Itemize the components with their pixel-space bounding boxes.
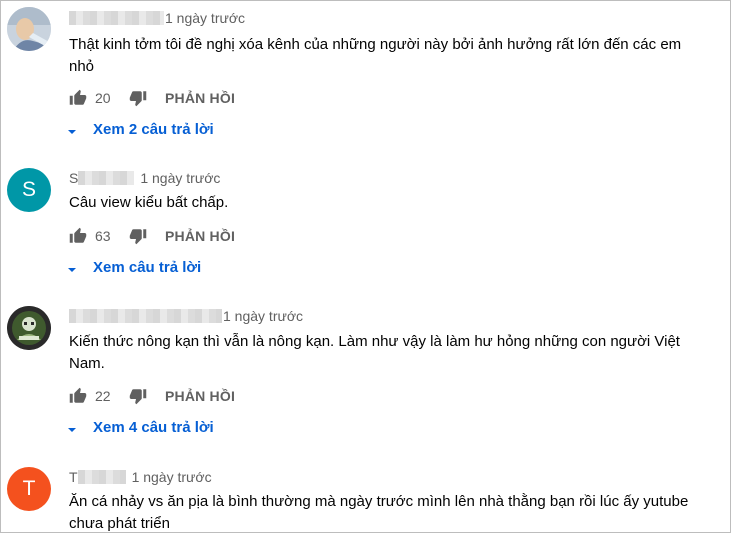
avatar[interactable]: T xyxy=(7,467,51,511)
comment-time[interactable]: 1 ngày trước xyxy=(223,308,303,324)
caret-down-icon xyxy=(67,262,77,272)
caret-down-icon xyxy=(67,422,77,432)
view-replies-label: Xem câu trả lời xyxy=(93,258,202,276)
comment-time[interactable]: 1 ngày trước xyxy=(165,10,245,26)
comment-text: Câu view kiểu bất chấp. xyxy=(69,194,229,211)
redacted-author-name[interactable] xyxy=(77,470,126,484)
thumb-down-icon[interactable] xyxy=(129,89,147,107)
avatar-letter: S xyxy=(21,178,36,201)
comment-text: Thật kinh tởm tôi đề nghị xóa kênh của n… xyxy=(69,36,682,75)
reply-button[interactable]: PHẢN HỒI xyxy=(165,90,235,106)
like-count: 22 xyxy=(95,388,111,404)
avatar[interactable] xyxy=(7,7,51,51)
redacted-author-name[interactable] xyxy=(69,11,164,25)
avatar-photo-icon xyxy=(7,7,51,51)
view-replies-button[interactable]: Xem 4 câu trả lời xyxy=(67,417,214,437)
reply-button[interactable]: PHẢN HỒI xyxy=(165,388,235,404)
comment-meta: 1 ngày trước xyxy=(69,307,303,325)
comment-meta: S 1 ngày trước xyxy=(69,169,220,187)
avatar[interactable] xyxy=(7,306,51,350)
comment-actions: 20 PHẢN HỒI xyxy=(69,88,235,108)
like-count: 20 xyxy=(95,90,111,106)
comment-actions: 63 PHẢN HỒI xyxy=(69,226,235,246)
avatar-letter: T xyxy=(22,477,36,500)
comment-text: Ăn cá nhảy vs ăn pịa là bình thường mà n… xyxy=(69,493,689,532)
thumb-down-icon[interactable] xyxy=(129,387,147,405)
comment-time[interactable]: 1 ngày trước xyxy=(132,469,212,485)
view-replies-button[interactable]: Xem 2 câu trả lời xyxy=(67,119,214,139)
thumb-up-icon[interactable] xyxy=(69,89,87,107)
thumb-up-icon[interactable] xyxy=(69,387,87,405)
view-replies-button[interactable]: Xem câu trả lời xyxy=(67,257,201,277)
like-count: 63 xyxy=(95,228,111,244)
view-replies-label: Xem 4 câu trả lời xyxy=(93,418,214,436)
comment-time[interactable]: 1 ngày trước xyxy=(140,170,220,186)
reply-button[interactable]: PHẢN HỒI xyxy=(165,228,235,244)
avatar[interactable]: S xyxy=(7,168,51,212)
channel-logo-icon xyxy=(7,306,51,350)
comment-meta: T 1 ngày trước xyxy=(69,468,212,486)
caret-down-icon xyxy=(67,124,77,134)
comment-list: 1 ngày trước Thật kinh tởm tôi đề nghị x… xyxy=(0,0,731,533)
comment-actions: 22 PHẢN HỒI xyxy=(69,386,235,406)
thumb-down-icon[interactable] xyxy=(129,227,147,245)
redacted-author-name[interactable] xyxy=(78,171,135,185)
author-name-initial[interactable]: T xyxy=(69,469,78,485)
thumb-up-icon[interactable] xyxy=(69,227,87,245)
comment-meta: 1 ngày trước xyxy=(69,9,245,27)
view-replies-label: Xem 2 câu trả lời xyxy=(93,120,214,138)
comment-text: Kiến thức nông kạn thì vẫn là nông kạn. … xyxy=(69,333,680,372)
author-name-initial[interactable]: S xyxy=(69,170,78,186)
redacted-author-name[interactable] xyxy=(69,309,222,323)
